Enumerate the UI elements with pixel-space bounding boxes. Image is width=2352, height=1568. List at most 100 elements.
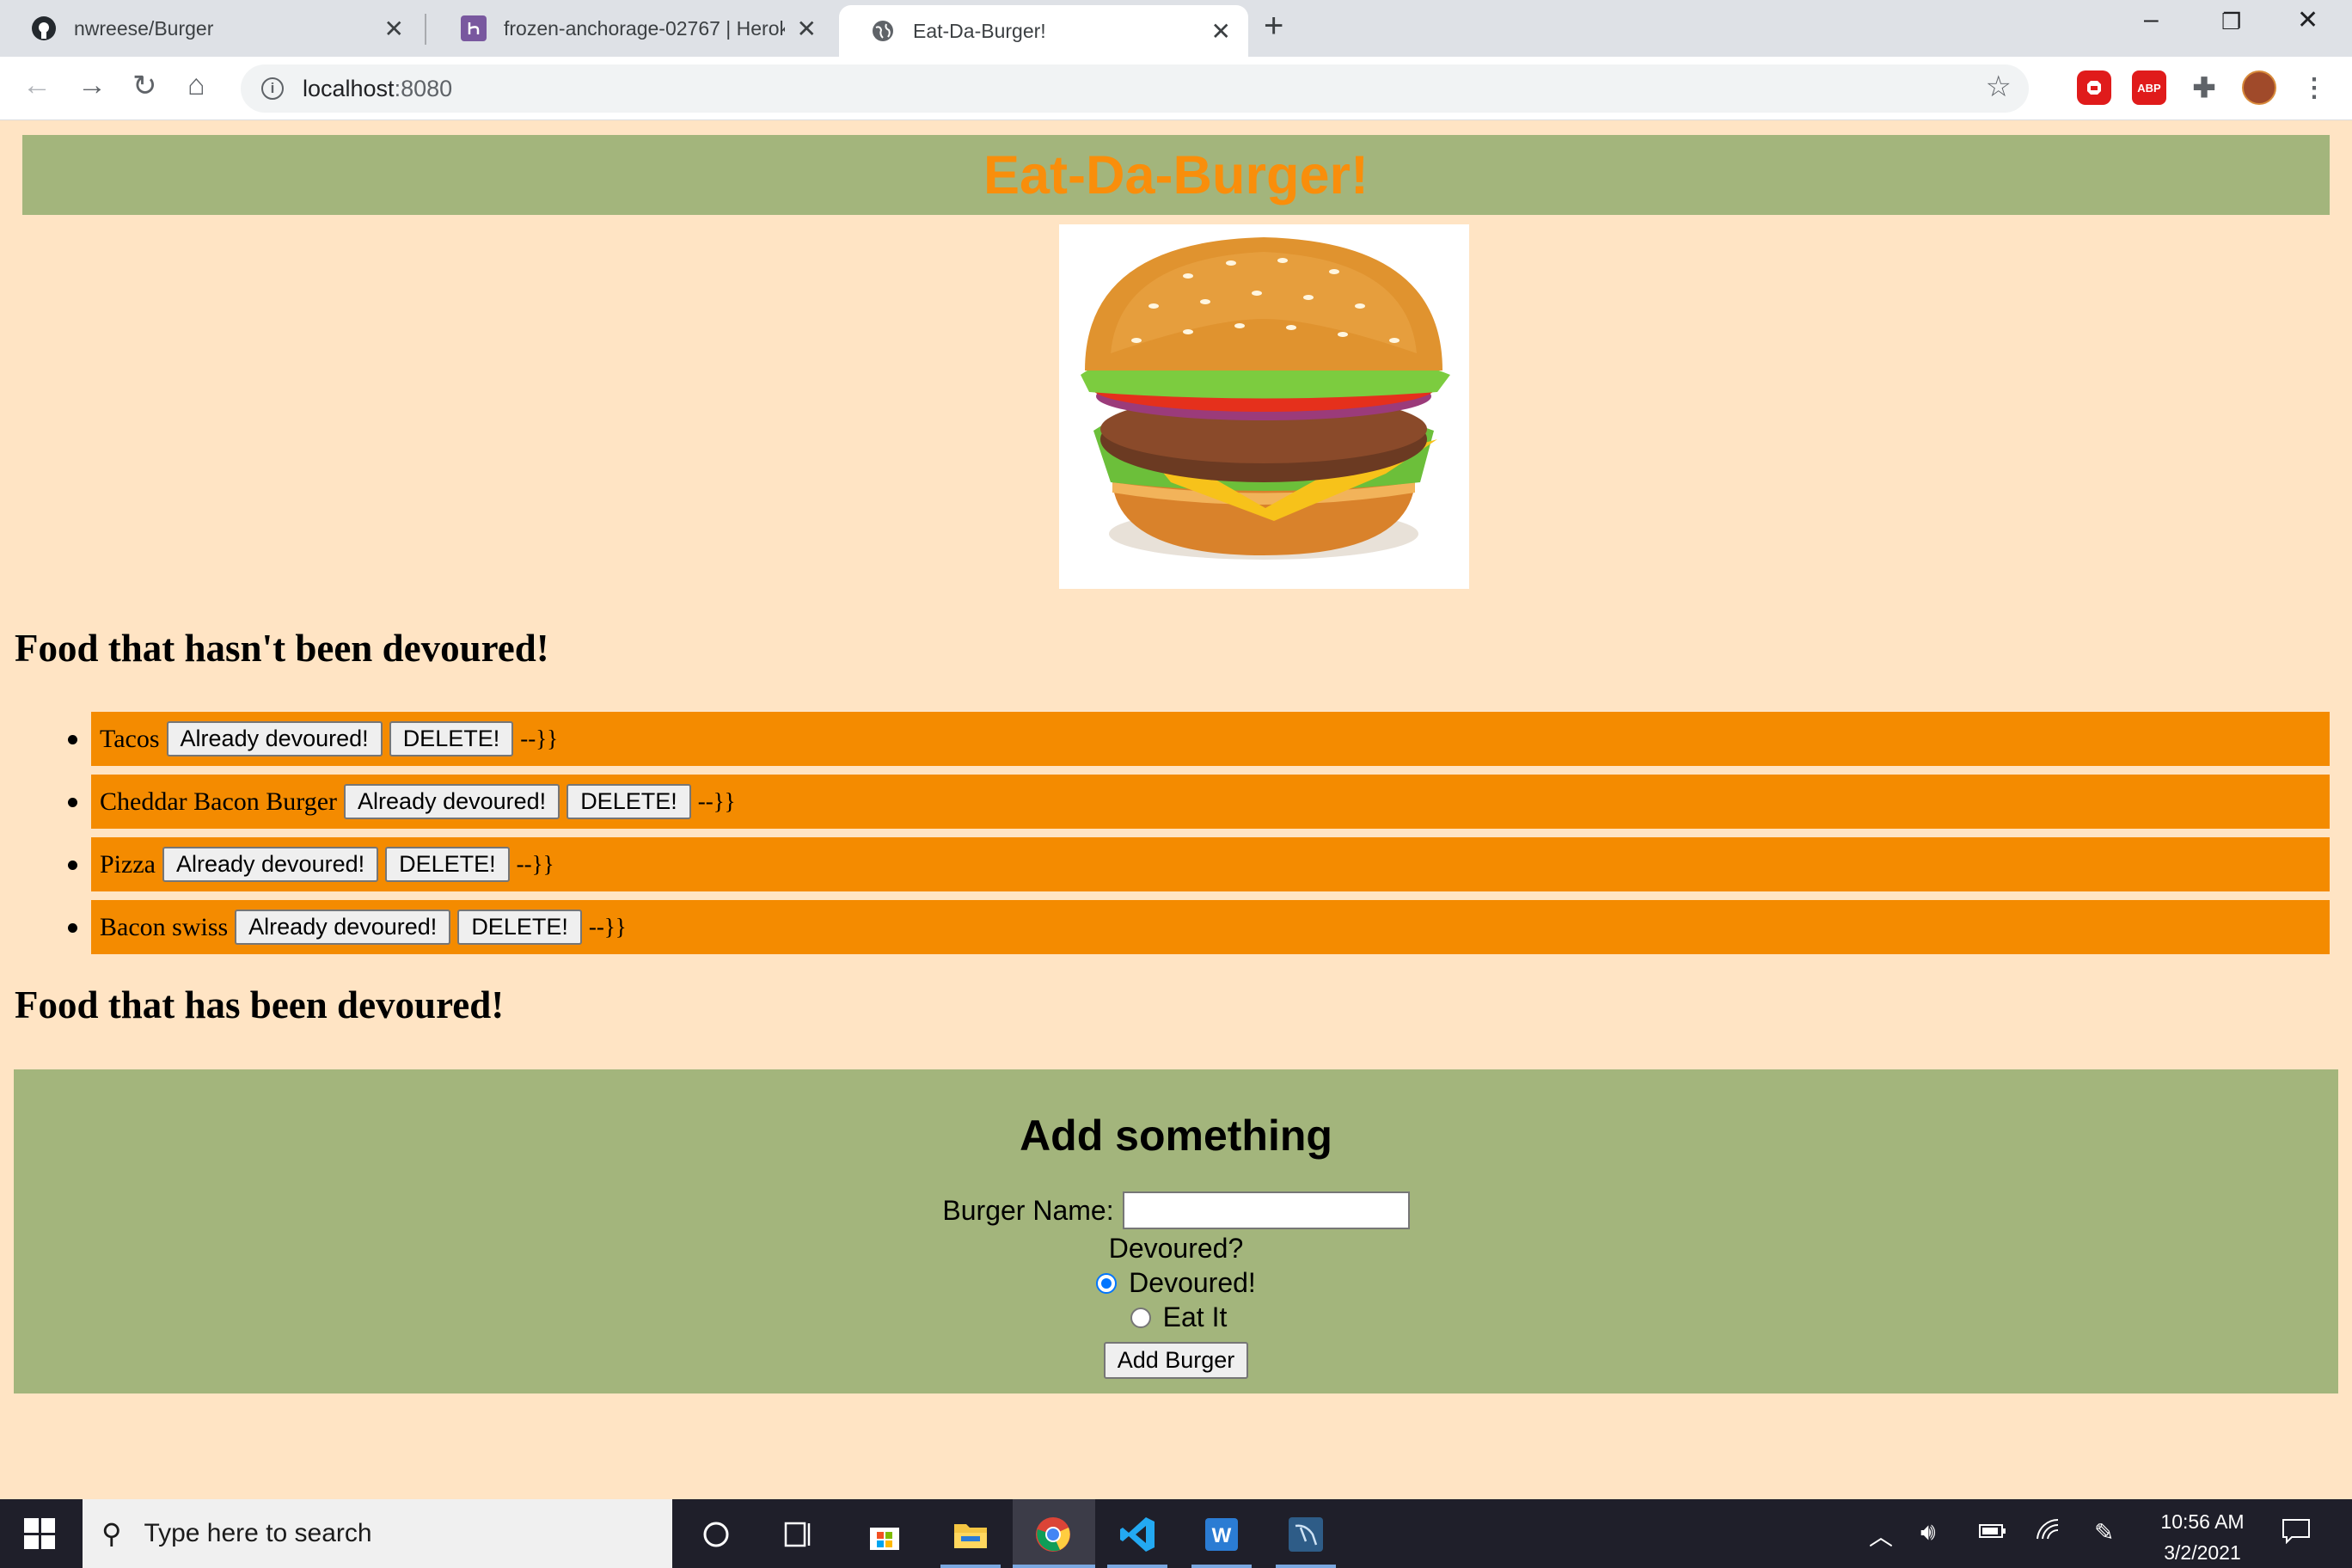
- reload-icon[interactable]: ↻: [132, 69, 157, 103]
- url-port: :8080: [394, 75, 453, 101]
- devour-button[interactable]: Already devoured!: [162, 847, 379, 882]
- address-bar[interactable]: i localhost:8080 ☆: [241, 64, 2029, 113]
- close-icon[interactable]: ✕: [797, 15, 817, 43]
- tab-title: frozen-anchorage-02767 | Herok: [504, 16, 785, 40]
- task-view-icon[interactable]: [777, 1513, 820, 1556]
- home-icon[interactable]: ⌂: [187, 69, 205, 102]
- close-icon[interactable]: ✕: [1211, 17, 1231, 46]
- close-icon[interactable]: ✕: [384, 15, 404, 43]
- globe-icon: [870, 18, 896, 44]
- url-host: localhost: [303, 75, 395, 101]
- mysql-workbench-icon[interactable]: [1284, 1513, 1327, 1556]
- word-icon[interactable]: W: [1200, 1513, 1243, 1556]
- devour-button[interactable]: Already devoured!: [235, 910, 451, 945]
- show-hidden-icons-chevron-icon[interactable]: ︿: [1869, 1518, 1893, 1553]
- windows-taskbar: ⚲ Type here to search W ︿ 🔊︎ ✎ 10:56 AM …: [0, 1499, 2352, 1568]
- menu-icon[interactable]: ⋮: [2297, 70, 2331, 105]
- info-icon[interactable]: i: [261, 77, 284, 100]
- new-tab-icon[interactable]: +: [1264, 7, 1283, 46]
- delete-button[interactable]: DELETE!: [567, 784, 691, 819]
- abp-label: ABP: [2137, 81, 2161, 95]
- submit-row: Add Burger: [14, 1342, 2338, 1379]
- windows-start-icon[interactable]: [24, 1518, 55, 1549]
- puzzle-icon[interactable]: ✚: [2187, 70, 2221, 105]
- burger-name: Tacos: [100, 724, 160, 753]
- taskbar-clock[interactable]: 10:56 AM 3/2/2021: [2130, 1506, 2275, 1568]
- active-app-indicator: [940, 1565, 1001, 1568]
- active-app-indicator: [1107, 1565, 1167, 1568]
- forward-icon[interactable]: →: [77, 69, 107, 102]
- active-app-indicator: [1276, 1565, 1336, 1568]
- active-app-indicator: [1191, 1565, 1252, 1568]
- tab-title: Eat-Da-Burger!: [913, 19, 1046, 42]
- list-item: Cheddar Bacon Burger Already devoured! D…: [68, 775, 2330, 829]
- devoured-radio[interactable]: [1096, 1272, 1118, 1294]
- eat-it-option-label: Eat It: [1162, 1302, 1228, 1332]
- add-burger-form: Add something Burger Name: Devoured? Dev…: [14, 1069, 2338, 1393]
- adblock-stop-icon[interactable]: [2077, 70, 2111, 105]
- back-icon[interactable]: ←: [22, 69, 52, 102]
- burger-name: Pizza: [100, 849, 156, 879]
- burger-image: [1059, 224, 1469, 589]
- eat-it-option-row: Eat It: [14, 1302, 2338, 1333]
- tab-heroku[interactable]: frozen-anchorage-02767 | Herok ✕: [430, 0, 834, 57]
- template-tail-text: --}}: [520, 726, 559, 751]
- not-devoured-heading: Food that hasn't been devoured!: [15, 627, 549, 670]
- template-tail-text: --}}: [697, 788, 736, 814]
- search-placeholder: Type here to search: [144, 1519, 372, 1547]
- delete-button[interactable]: DELETE!: [385, 847, 510, 882]
- page-content: Eat-Da-Burger! Food that hasn't been dev…: [0, 120, 2352, 1499]
- abp-icon[interactable]: ABP: [2132, 70, 2166, 105]
- minimize-icon[interactable]: –: [2144, 5, 2159, 34]
- tab-eat-da-burger[interactable]: Eat-Da-Burger! ✕: [839, 5, 1248, 57]
- list-item: Tacos Already devoured! DELETE! --}}: [68, 712, 2330, 766]
- restore-icon[interactable]: ❐: [2221, 9, 2241, 35]
- bullet: [68, 923, 77, 933]
- template-tail-text: --}}: [588, 914, 627, 940]
- taskbar-search-box[interactable]: ⚲ Type here to search: [83, 1499, 672, 1568]
- active-app-indicator: [1013, 1565, 1095, 1568]
- svg-text:W: W: [1212, 1524, 1232, 1547]
- wifi-icon[interactable]: [2036, 1518, 2061, 1547]
- devoured-heading: Food that has been devoured!: [15, 983, 505, 1026]
- browser-toolbar: ← → ↻ ⌂ i localhost:8080 ☆ ABP ✚ ⋮: [0, 57, 2352, 120]
- profile-avatar[interactable]: [2242, 70, 2276, 105]
- burger-name: Cheddar Bacon Burger: [100, 787, 338, 816]
- clock-time: 10:56 AM: [2160, 1510, 2245, 1533]
- cortana-icon[interactable]: [695, 1513, 738, 1556]
- notifications-icon[interactable]: [2282, 1518, 2311, 1550]
- pen-icon[interactable]: ✎: [2094, 1518, 2114, 1547]
- devour-button[interactable]: Already devoured!: [166, 721, 383, 756]
- burger-name-input[interactable]: [1122, 1191, 1410, 1229]
- chrome-icon[interactable]: [1032, 1513, 1075, 1556]
- clock-date: 3/2/2021: [2164, 1541, 2241, 1564]
- devoured-option-row: Devoured!: [14, 1267, 2338, 1299]
- heroku-icon: [461, 15, 487, 41]
- form-heading: Add something: [1020, 1112, 1332, 1160]
- devoured-option-label: Devoured!: [1129, 1267, 1256, 1298]
- bookmark-star-icon[interactable]: ☆: [1986, 70, 2012, 104]
- search-icon: ⚲: [101, 1518, 122, 1549]
- list-item: Bacon swiss Already devoured! DELETE! --…: [68, 900, 2330, 954]
- bullet: [68, 798, 77, 807]
- tab-title: nwreese/Burger: [74, 16, 214, 40]
- file-explorer-icon[interactable]: [949, 1513, 992, 1556]
- bullet: [68, 735, 77, 744]
- devoured-question-row: Devoured?: [14, 1233, 2338, 1265]
- burger-name: Bacon swiss: [100, 912, 229, 941]
- delete-button[interactable]: DELETE!: [457, 910, 582, 945]
- battery-icon[interactable]: [1979, 1518, 2006, 1546]
- tab-separator: [425, 14, 426, 45]
- bullet: [68, 861, 77, 870]
- add-burger-button[interactable]: Add Burger: [1103, 1342, 1249, 1379]
- eat-it-radio[interactable]: [1130, 1307, 1151, 1328]
- volume-icon[interactable]: 🔊︎: [1920, 1518, 1936, 1547]
- store-icon[interactable]: [863, 1513, 906, 1556]
- devour-button[interactable]: Already devoured!: [344, 784, 560, 819]
- header-banner: Eat-Da-Burger!: [22, 135, 2330, 215]
- template-tail-text: --}}: [516, 851, 554, 877]
- tab-github[interactable]: nwreese/Burger ✕: [0, 0, 421, 57]
- delete-button[interactable]: DELETE!: [389, 721, 514, 756]
- window-close-icon[interactable]: ✕: [2297, 5, 2318, 35]
- vscode-icon[interactable]: [1116, 1513, 1159, 1556]
